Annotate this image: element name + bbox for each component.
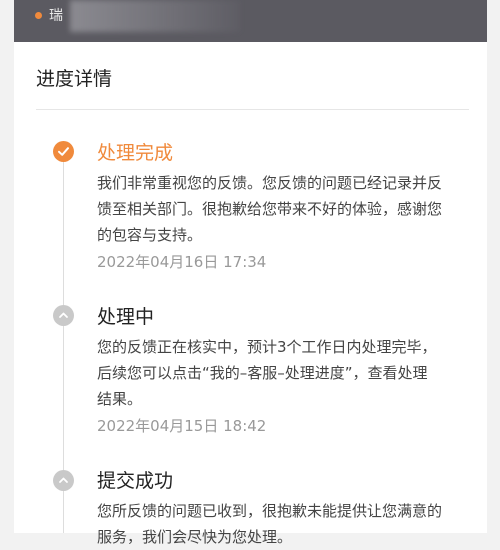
chevron-up-circle-icon	[53, 470, 74, 491]
check-circle-icon	[53, 141, 74, 162]
top-card-text: 瑞	[49, 8, 63, 24]
top-card: 瑞	[14, 0, 487, 42]
blurred-overlay	[70, 0, 240, 32]
step-description: 您的反馈正在核实中，预计3个工作日内处理完毕，后续您可以点击“我的–客服–处理进…	[97, 338, 437, 408]
step-title: 处理中	[97, 306, 155, 328]
status-dot	[35, 12, 42, 19]
step-timestamp: 2022年04月16日 17:34	[97, 253, 267, 271]
step-title: 提交成功	[97, 470, 174, 492]
chevron-up-circle-icon	[53, 305, 74, 326]
step-timestamp: 2022年04月15日 18:42	[97, 417, 267, 435]
divider	[36, 109, 469, 110]
step-description: 您所反馈的问题已收到，很抱歉未能提供让您满意的服务，我们会尽快为您处理。	[97, 502, 443, 546]
step-title: 处理完成	[97, 142, 174, 164]
section-title: 进度详情	[36, 68, 113, 90]
progress-card: 进度详情 处理完成 我们非常重视您的反馈。您反馈的问题已经记录并反馈至相关部门。…	[14, 42, 487, 546]
step-description: 我们非常重视您的反馈。您反馈的问题已经记录并反馈至相关部门。很抱歉给您带来不好的…	[97, 174, 443, 244]
